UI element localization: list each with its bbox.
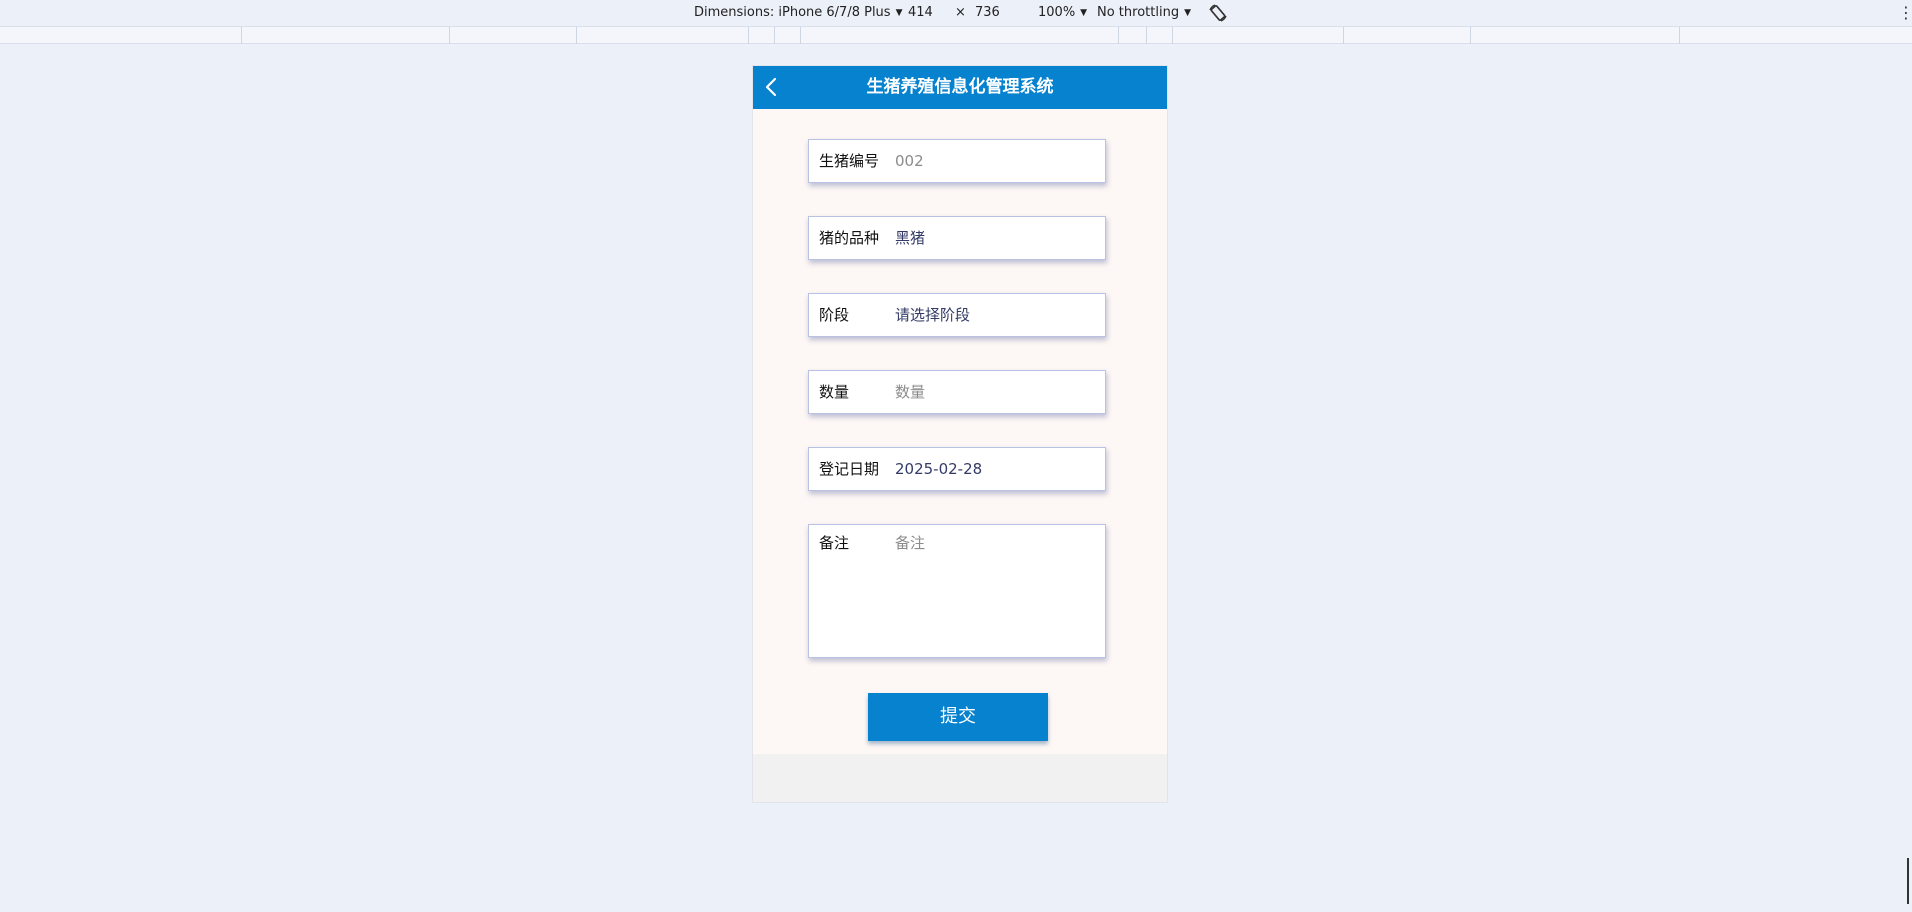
stage-field[interactable]: 阶段 请选择阶段 [808, 293, 1106, 337]
throttling-label: No throttling [1097, 5, 1180, 20]
stage-select[interactable]: 请选择阶段 [895, 294, 1095, 336]
zoom-label: 100% [1038, 5, 1076, 20]
remarks-field[interactable]: 备注 备注 [808, 524, 1106, 658]
pig-registration-form: 生猪编号 002 猪的品种 黑猪 阶段 请选择阶段 数量 数量 登记日期 202… [753, 109, 1167, 754]
resize-handle[interactable] [1907, 858, 1909, 904]
zoom-dropdown[interactable]: 100% ▼ [1038, 4, 1087, 22]
quantity-label: 数量 [819, 383, 850, 401]
page-title: 生猪养殖信息化管理系统 [866, 77, 1054, 97]
remarks-textarea[interactable]: 备注 [895, 531, 1095, 555]
devtools-device-toolbar: Dimensions: iPhone 6/7/8 Plus ▼ 414 × 736… [0, 0, 1912, 26]
app-header: 生猪养殖信息化管理系统 [753, 66, 1167, 109]
remarks-label: 备注 [819, 534, 850, 552]
device-dimensions-label: Dimensions: iPhone 6/7/8 Plus [694, 5, 891, 20]
device-height-input[interactable]: 736 [975, 4, 1000, 22]
breed-field[interactable]: 猪的品种 黑猪 [808, 216, 1106, 260]
breed-label: 猪的品种 [819, 229, 880, 247]
quantity-input[interactable]: 数量 [895, 371, 1095, 413]
throttling-dropdown[interactable]: No throttling ▼ [1097, 4, 1191, 22]
chevron-left-icon [765, 77, 777, 97]
pig-id-label: 生猪编号 [819, 152, 880, 170]
chevron-down-icon: ▼ [1184, 8, 1191, 18]
device-viewport: 生猪养殖信息化管理系统 生猪编号 002 猪的品种 黑猪 阶段 请选择阶段 数量… [753, 66, 1167, 802]
register-date-field[interactable]: 登记日期 2025-02-28 [808, 447, 1106, 491]
pig-id-field[interactable]: 生猪编号 002 [808, 139, 1106, 183]
chevron-down-icon: ▼ [1080, 8, 1088, 18]
more-options-icon[interactable]: ⋮ [1898, 2, 1912, 24]
pig-id-input[interactable]: 002 [895, 140, 1095, 182]
chevron-down-icon: ▼ [895, 8, 903, 18]
stage-label: 阶段 [819, 306, 850, 324]
breed-input[interactable]: 黑猪 [895, 217, 1095, 259]
device-dimensions-dropdown[interactable]: Dimensions: iPhone 6/7/8 Plus ▼ [694, 4, 903, 22]
register-date-input[interactable]: 2025-02-28 [895, 448, 1095, 490]
device-width-input[interactable]: 414 [908, 4, 933, 22]
rotate-icon[interactable] [1207, 2, 1229, 24]
submit-button[interactable]: 提交 [868, 693, 1048, 741]
quantity-field[interactable]: 数量 数量 [808, 370, 1106, 414]
register-date-label: 登记日期 [819, 460, 880, 478]
media-query-ruler [0, 26, 1912, 44]
dimension-times-symbol: × [955, 5, 966, 20]
back-button[interactable] [761, 76, 783, 98]
device-footer [753, 754, 1167, 802]
